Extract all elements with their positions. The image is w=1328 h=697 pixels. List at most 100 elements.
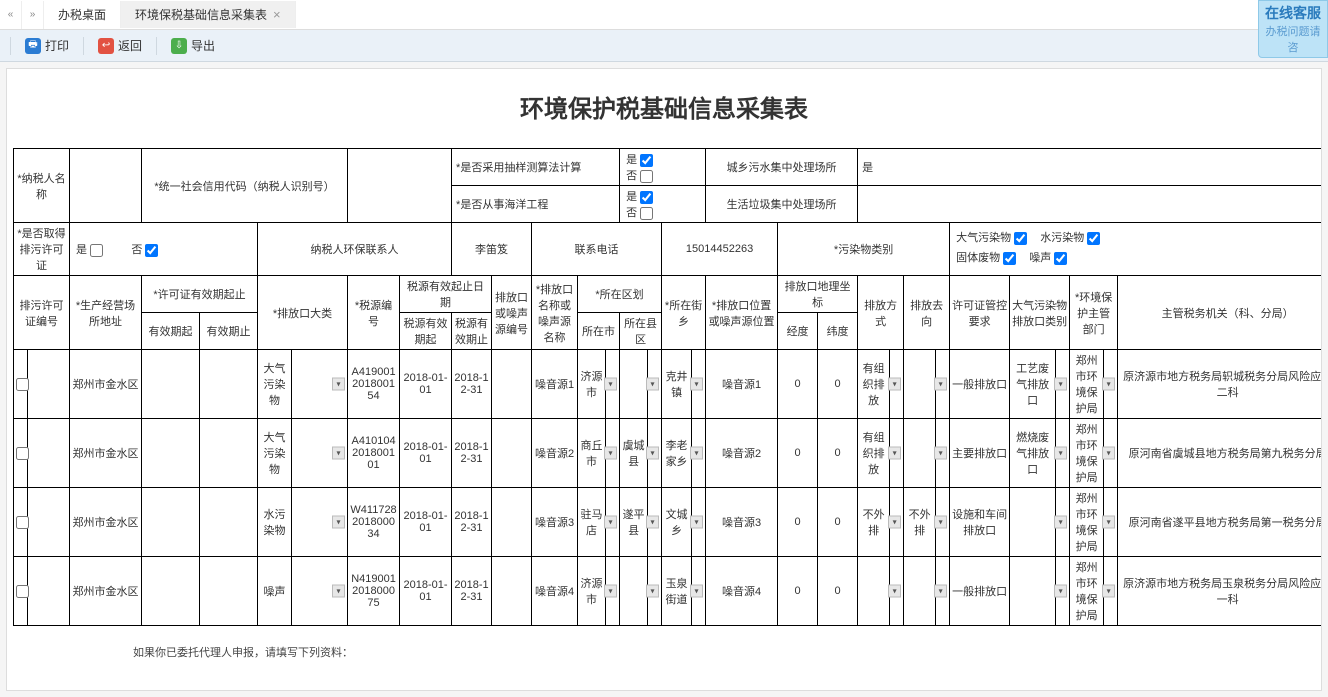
tab-close-icon[interactable]: ×: [273, 7, 281, 22]
chevron-down-icon[interactable]: ▾: [332, 585, 345, 598]
permit-no-checkbox[interactable]: [145, 244, 158, 257]
chevron-down-icon[interactable]: ▾: [646, 378, 659, 391]
chevron-down-icon[interactable]: ▾: [690, 378, 703, 391]
back-button[interactable]: ↩ 返回: [92, 35, 148, 56]
cell-permit-no[interactable]: [28, 488, 70, 557]
emit-mode-select[interactable]: ▾: [890, 557, 904, 626]
cell-tax-office[interactable]: 原济源市地方税务局玉泉税务分局风险应对一科: [1118, 557, 1322, 626]
cell-permit-req[interactable]: 主要排放口: [950, 419, 1010, 488]
chevron-down-icon[interactable]: ▾: [604, 585, 617, 598]
chevron-down-icon[interactable]: ▾: [888, 447, 901, 460]
cell-lat[interactable]: 0: [818, 488, 858, 557]
env-dept-select[interactable]: ▾: [1104, 557, 1118, 626]
cell-valid-from[interactable]: [142, 419, 200, 488]
tab-env-form[interactable]: 环境保税基础信息采集表 ×: [121, 1, 296, 28]
emit-mode-select[interactable]: ▾: [890, 419, 904, 488]
cell-lng[interactable]: 0: [778, 557, 818, 626]
cell-valid-to[interactable]: [200, 419, 258, 488]
city-select[interactable]: ▾: [606, 488, 620, 557]
cell-tax-src-to[interactable]: 2018-12-31: [452, 557, 492, 626]
cell-tax-src-to[interactable]: 2018-12-31: [452, 419, 492, 488]
cell-outlet-noise-pos[interactable]: 噪音源4: [706, 557, 778, 626]
cell-lat[interactable]: 0: [818, 419, 858, 488]
cell-addr[interactable]: 郑州市金水区: [70, 419, 142, 488]
air-outlet-type-select[interactable]: ▾: [1056, 488, 1070, 557]
chevron-down-icon[interactable]: ▾: [934, 447, 947, 460]
county-select[interactable]: ▾: [648, 350, 662, 419]
cell-outlet-noise-name[interactable]: 噪音源3: [532, 488, 578, 557]
cell-tax-office[interactable]: 原河南省虞城县地方税务局第九税务分局: [1118, 419, 1322, 488]
outlet-major-select[interactable]: ▾: [292, 557, 348, 626]
chevron-down-icon[interactable]: ▾: [888, 585, 901, 598]
chevron-down-icon[interactable]: ▾: [934, 378, 947, 391]
permit-yes-checkbox[interactable]: [90, 244, 103, 257]
cell-lat[interactable]: 0: [818, 350, 858, 419]
pollutant-water-checkbox[interactable]: [1087, 232, 1100, 245]
cell-tax-src-no[interactable]: A419001201800154: [348, 350, 400, 419]
cell-tax-office[interactable]: 原济源市地方税务局轵城税务分局风险应对二科: [1118, 350, 1322, 419]
city-select[interactable]: ▾: [606, 419, 620, 488]
cell-permit-req[interactable]: 一般排放口: [950, 557, 1010, 626]
air-outlet-type-select[interactable]: ▾: [1056, 419, 1070, 488]
cell-permit-no[interactable]: [28, 350, 70, 419]
county-select[interactable]: ▾: [648, 557, 662, 626]
chevron-down-icon[interactable]: ▾: [646, 516, 659, 529]
chevron-down-icon[interactable]: ▾: [646, 447, 659, 460]
cell-valid-from[interactable]: [142, 557, 200, 626]
air-outlet-type-select[interactable]: ▾: [1056, 350, 1070, 419]
export-button[interactable]: ⇩ 导出: [165, 35, 221, 56]
credit-code-input[interactable]: [348, 149, 452, 223]
cell-permit-no[interactable]: [28, 557, 70, 626]
cell-tax-office[interactable]: 原河南省遂平县地方税务局第一税务分局: [1118, 488, 1322, 557]
chevron-down-icon[interactable]: ▾: [1054, 516, 1067, 529]
cell-permit-req[interactable]: 设施和车间排放口: [950, 488, 1010, 557]
pollutant-air-checkbox[interactable]: [1014, 232, 1027, 245]
cell-outlet-noise-pos[interactable]: 噪音源2: [706, 419, 778, 488]
sampling-yes-checkbox[interactable]: [640, 154, 653, 167]
emit-dir-select[interactable]: ▾: [936, 557, 950, 626]
cell-outlet-noise-pos[interactable]: 噪音源1: [706, 350, 778, 419]
cell-addr[interactable]: 郑州市金水区: [70, 350, 142, 419]
pollutant-solid-checkbox[interactable]: [1003, 252, 1016, 265]
county-select[interactable]: ▾: [648, 488, 662, 557]
cell-outlet-noise-name[interactable]: 噪音源1: [532, 350, 578, 419]
emit-dir-select[interactable]: ▾: [936, 488, 950, 557]
emit-mode-select[interactable]: ▾: [890, 488, 904, 557]
cell-tax-src-no[interactable]: A410104201800101: [348, 419, 400, 488]
chevron-down-icon[interactable]: ▾: [1102, 378, 1115, 391]
sampling-no-checkbox[interactable]: [640, 170, 653, 183]
cell-permit-no[interactable]: [28, 419, 70, 488]
chevron-down-icon[interactable]: ▾: [690, 447, 703, 460]
cell-outlet-noise-no[interactable]: [492, 557, 532, 626]
cell-tax-src-no[interactable]: W411728201800034: [348, 488, 400, 557]
cell-outlet-noise-no[interactable]: [492, 488, 532, 557]
cell-tax-src-to[interactable]: 2018-12-31: [452, 488, 492, 557]
town-select[interactable]: ▾: [692, 419, 706, 488]
chevron-down-icon[interactable]: ▾: [1102, 585, 1115, 598]
cell-tax-src-from[interactable]: 2018-01-01: [400, 350, 452, 419]
county-select[interactable]: ▾: [648, 419, 662, 488]
emit-dir-select[interactable]: ▾: [936, 350, 950, 419]
chevron-down-icon[interactable]: ▾: [332, 447, 345, 460]
chevron-down-icon[interactable]: ▾: [690, 585, 703, 598]
env-dept-select[interactable]: ▾: [1104, 488, 1118, 557]
cell-valid-to[interactable]: [200, 557, 258, 626]
cell-valid-from[interactable]: [142, 350, 200, 419]
phone-input[interactable]: 15014452263: [662, 223, 778, 276]
row-select-checkbox[interactable]: [14, 350, 28, 419]
row-select-checkbox[interactable]: [14, 557, 28, 626]
cell-outlet-noise-no[interactable]: [492, 419, 532, 488]
tab-desktop[interactable]: 办税桌面: [44, 1, 121, 28]
chevron-down-icon[interactable]: ▾: [1102, 516, 1115, 529]
cell-tax-src-from[interactable]: 2018-01-01: [400, 419, 452, 488]
town-select[interactable]: ▾: [692, 557, 706, 626]
row-select-checkbox[interactable]: [14, 419, 28, 488]
chevron-down-icon[interactable]: ▾: [604, 447, 617, 460]
outlet-major-select[interactable]: ▾: [292, 419, 348, 488]
cell-tax-src-to[interactable]: 2018-12-31: [452, 350, 492, 419]
cell-valid-to[interactable]: [200, 488, 258, 557]
tab-next-button[interactable]: »: [22, 1, 44, 29]
garbage-plant-select[interactable]: ▾: [858, 186, 1322, 223]
cell-lng[interactable]: 0: [778, 350, 818, 419]
city-select[interactable]: ▾: [606, 350, 620, 419]
